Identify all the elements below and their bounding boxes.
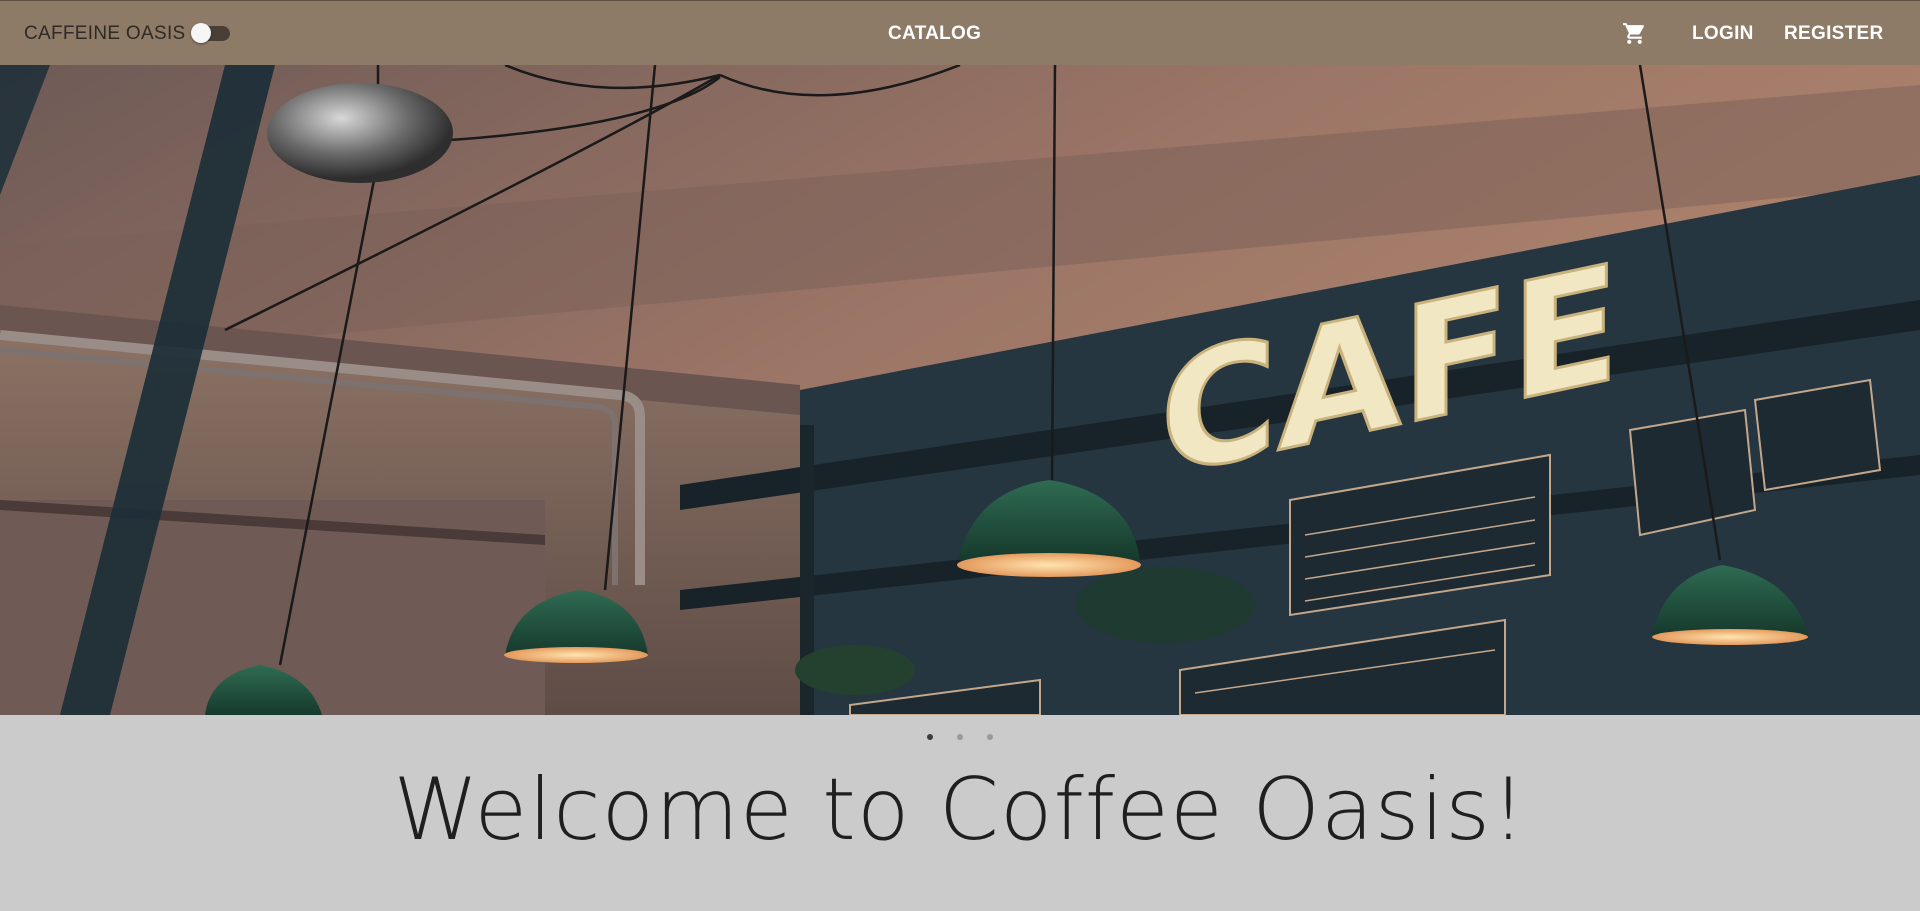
carousel-dot-3[interactable] [987, 734, 993, 740]
disco-ball [267, 83, 453, 183]
carousel-indicators [0, 731, 1920, 743]
cafe-interior-illustration: CAFE [0, 65, 1920, 715]
register-link[interactable]: REGISTER [1784, 1, 1884, 66]
welcome-headline: Welcome to Coffee Oasis! [393, 760, 1527, 860]
hero-carousel-image: CAFE [0, 65, 1920, 715]
login-link[interactable]: LOGIN [1692, 1, 1754, 66]
nav-catalog-link[interactable]: CATALOG [888, 1, 981, 66]
carousel-dot-2[interactable] [957, 734, 963, 740]
theme-toggle[interactable] [191, 23, 230, 43]
brand-name[interactable]: CAFFEINE OASIS [24, 1, 186, 66]
toggle-knob [191, 23, 211, 43]
navbar: CAFFEINE OASIS CATALOG LOGIN REGISTER [0, 0, 1920, 65]
shopping-cart-icon[interactable] [1622, 21, 1647, 46]
carousel-dot-1[interactable] [927, 734, 933, 740]
